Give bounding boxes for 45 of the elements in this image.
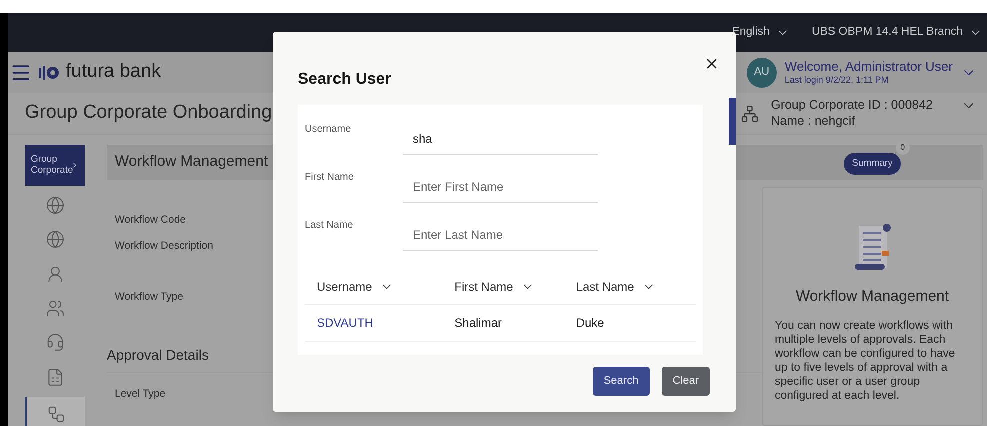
sidebar-item[interactable] (25, 397, 85, 426)
workflow-icon (46, 405, 66, 424)
top-bar-dropdown[interactable]: UBS OBPM 14.4 HEL Branch (812, 24, 983, 42)
group-corporate-name: Name : nehgcif (771, 114, 856, 130)
brand-name: futura bank (66, 60, 162, 84)
card-title: Workflow Management (796, 287, 950, 307)
user-icon (46, 264, 64, 284)
top-bar-dropdown[interactable]: English (732, 24, 790, 42)
scrollbar-thumb[interactable] (729, 98, 736, 145)
field-label: Username (305, 123, 352, 137)
field-label: Workflow Type (115, 290, 184, 304)
section-title: Workflow Management (115, 152, 268, 172)
field-label: Workflow Description (115, 238, 214, 254)
avatar[interactable]: AU (746, 58, 777, 88)
table-cell-text: Shalimar (454, 315, 503, 332)
search-button[interactable]: Search (592, 367, 650, 396)
input-field[interactable]: Enter First Name (403, 163, 598, 203)
group-corporate-id: Group Corporate ID : 000842 (771, 98, 933, 114)
column-header[interactable]: Last Name (576, 278, 696, 296)
spreadsheet-icon (46, 368, 64, 387)
section-subtitle: Approval Details (107, 346, 209, 366)
summary-button[interactable]: Summary (844, 153, 901, 176)
field-label: Level Type (115, 387, 166, 402)
globe-icon (46, 230, 64, 250)
field-label: Workflow Code (115, 213, 186, 228)
clear-button[interactable]: Clear (662, 367, 710, 396)
headset-icon (46, 333, 64, 352)
input-field[interactable]: Enter Last Name (403, 211, 598, 251)
logo-icon (38, 64, 60, 82)
page-title: Group Corporate Onboarding (25, 101, 272, 126)
welcome-text: Welcome, Administrator User (784, 58, 953, 75)
input-field[interactable]: sha (403, 115, 598, 155)
sidebar-active-item[interactable]: Group Corporate (25, 145, 85, 186)
dialog-title: Search User (298, 70, 392, 90)
globe-icon (46, 196, 64, 216)
username-link[interactable]: SDVAUTH (305, 314, 455, 332)
column-header[interactable]: First Name (454, 278, 576, 296)
table-cell-text: Duke (576, 315, 606, 332)
field-label: First Name (305, 171, 355, 185)
users-icon (46, 299, 64, 318)
card-description: You can now create workflows with multiple levels of approvals. Each workflow can be configured to have up to five levels of approval with a specific user or a user group configured at each level. (775, 318, 956, 402)
last-login-text: Last login 9/2/22, 1:11 PM (784, 75, 890, 86)
field-label: Last Name (305, 219, 354, 233)
column-header[interactable]: Username (305, 278, 455, 296)
organization-icon (741, 104, 760, 122)
